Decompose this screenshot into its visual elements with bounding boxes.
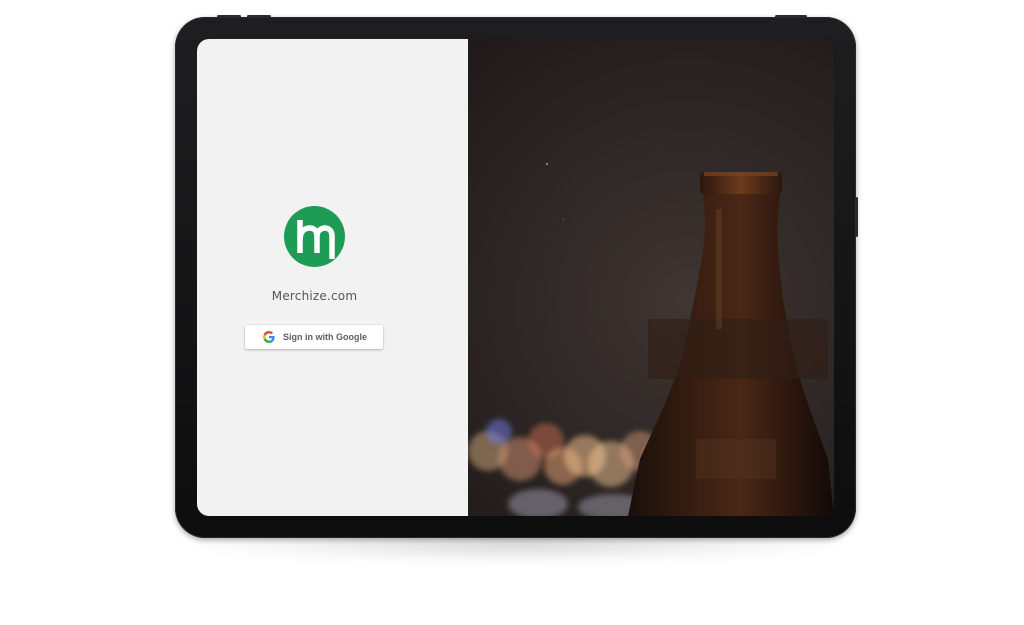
brand-name: Merchize.com <box>271 289 358 303</box>
sign-in-with-google-button[interactable]: Sign in with Google <box>245 325 383 349</box>
tablet-screen: Merchize.com Sign in with Google <box>197 39 834 516</box>
beer-bottle-icon <box>628 172 834 516</box>
mockup-stage: Merchize.com Sign in with Google <box>0 0 1024 625</box>
magnetic-connector <box>855 197 858 237</box>
volume-up-hardware-button <box>217 15 241 18</box>
sign-in-button-label: Sign in with Google <box>283 332 367 342</box>
google-icon <box>263 331 275 343</box>
login-pane: Merchize.com Sign in with Google <box>197 39 468 516</box>
merchize-logo-mark <box>297 220 335 259</box>
tablet-frame: Merchize.com Sign in with Google <box>175 15 858 538</box>
hero-photo <box>468 39 834 516</box>
merchize-logo-icon <box>284 206 345 267</box>
power-hardware-button <box>775 15 807 18</box>
volume-down-hardware-button <box>247 15 271 18</box>
